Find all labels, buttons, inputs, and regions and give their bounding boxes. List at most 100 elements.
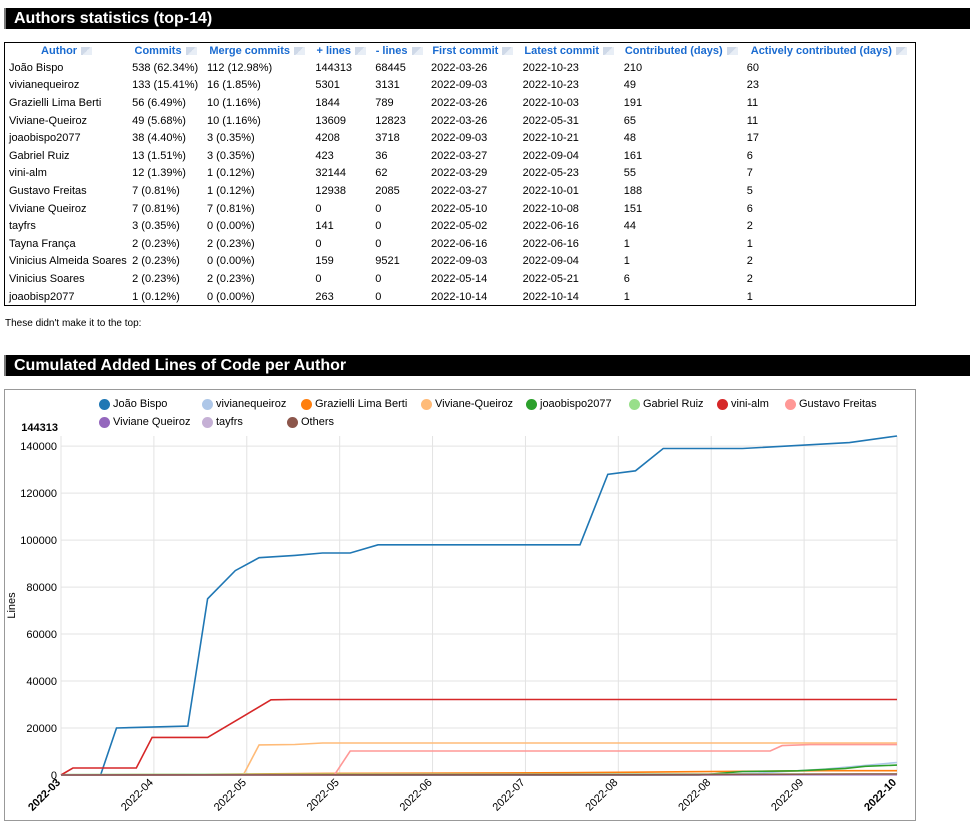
legend-item[interactable]: Viviane Queiroz: [99, 416, 190, 428]
legend-item[interactable]: João Bispo: [99, 398, 167, 410]
column-header-merge-commits[interactable]: Merge commits: [203, 43, 311, 59]
y-tick-label: 40000: [26, 676, 57, 688]
table-cell: 2: [743, 270, 915, 288]
column-header-commits[interactable]: Commits: [128, 43, 203, 59]
column-header-latest-commit[interactable]: Latest commit: [519, 43, 620, 59]
sort-icon[interactable]: [502, 47, 513, 55]
table-cell: 36: [371, 147, 427, 165]
column-header-label: Contributed (days): [625, 45, 723, 57]
table-cell: 1: [743, 288, 915, 306]
table-cell: Gabriel Ruiz: [5, 147, 128, 165]
table-cell: 4208: [311, 129, 371, 147]
legend-item[interactable]: Gustavo Freitas: [785, 398, 877, 410]
table-cell: 0: [371, 235, 427, 253]
y-tick-label: 140000: [20, 441, 57, 453]
table-cell: 1: [620, 235, 743, 253]
table-row: Grazielli Lima Berti56 (6.49%)10 (1.16%)…: [5, 94, 915, 112]
table-cell: 1 (0.12%): [203, 165, 311, 183]
legend-dot-icon: [99, 417, 110, 428]
column-header-author[interactable]: Author: [5, 43, 128, 59]
y-tick-label: 20000: [26, 723, 57, 735]
table-cell: 2: [743, 253, 915, 271]
table-cell: 49 (5.68%): [128, 112, 203, 130]
table-cell: Viviane-Queiroz: [5, 112, 128, 130]
table-cell: 38 (4.40%): [128, 129, 203, 147]
table-cell: 2022-05-10: [427, 200, 519, 218]
table-cell: 17: [743, 129, 915, 147]
y-max-label: 144313: [21, 422, 58, 434]
legend-dot-icon: [202, 417, 213, 428]
legend-label: Gustavo Freitas: [799, 398, 877, 410]
table-cell: 3131: [371, 77, 427, 95]
column-header-lines[interactable]: - lines: [371, 43, 427, 59]
sort-icon[interactable]: [727, 47, 738, 55]
column-header-label: Merge commits: [209, 45, 290, 57]
table-cell: 3 (0.35%): [128, 217, 203, 235]
legend-item[interactable]: Gabriel Ruiz: [629, 398, 704, 410]
table-cell: 10 (1.16%): [203, 112, 311, 130]
table-cell: 9521: [371, 253, 427, 271]
x-tick-label: 2022-03: [26, 777, 63, 814]
table-cell: 2085: [371, 182, 427, 200]
table-cell: 2022-03-29: [427, 165, 519, 183]
table-cell: 2022-10-23: [519, 77, 620, 95]
sort-icon[interactable]: [603, 47, 614, 55]
sort-icon[interactable]: [896, 47, 907, 55]
table-cell: 161: [620, 147, 743, 165]
table-cell: 2 (0.23%): [128, 235, 203, 253]
legend-label: Viviane Queiroz: [113, 416, 190, 428]
table-cell: 12 (1.39%): [128, 165, 203, 183]
sort-icon[interactable]: [186, 47, 197, 55]
legend-dot-icon: [785, 399, 796, 410]
table-row: Viviane-Queiroz49 (5.68%)10 (1.16%)13609…: [5, 112, 915, 130]
legend-label: Gabriel Ruiz: [643, 398, 704, 410]
table-cell: 16 (1.85%): [203, 77, 311, 95]
table-cell: Grazielli Lima Berti: [5, 94, 128, 112]
legend-dot-icon: [99, 399, 110, 410]
table-row: João Bispo538 (62.34%)112 (12.98%)144313…: [5, 59, 915, 77]
table-cell: 10 (1.16%): [203, 94, 311, 112]
legend-item[interactable]: Others: [287, 416, 334, 428]
table-cell: 56 (6.49%): [128, 94, 203, 112]
table-cell: 0: [371, 270, 427, 288]
table-cell: 7: [743, 165, 915, 183]
sort-icon[interactable]: [294, 47, 305, 55]
sort-icon[interactable]: [81, 47, 92, 55]
legend-item[interactable]: tayfrs: [202, 416, 243, 428]
column-header-first-commit[interactable]: First commit: [427, 43, 519, 59]
column-header-contributed-days[interactable]: Contributed (days): [620, 43, 743, 59]
sort-icon[interactable]: [412, 47, 423, 55]
x-tick-label: 2022-04: [119, 777, 156, 814]
table-cell: 6: [620, 270, 743, 288]
legend-label: João Bispo: [113, 398, 167, 410]
table-row: Gustavo Freitas7 (0.81%)1 (0.12%)1293820…: [5, 182, 915, 200]
legend-item[interactable]: Grazielli Lima Berti: [301, 398, 407, 410]
legend-item[interactable]: Viviane-Queiroz: [421, 398, 513, 410]
x-tick-label: 2022-05: [305, 777, 342, 814]
table-cell: 2022-03-27: [427, 182, 519, 200]
sort-icon[interactable]: [355, 47, 366, 55]
column-header-actively-contributed-days[interactable]: Actively contributed (days): [743, 43, 915, 59]
chart-plot: 0200004000060000800001000001200001400001…: [5, 390, 915, 820]
table-cell: 2022-09-03: [427, 129, 519, 147]
legend-item[interactable]: vini-alm: [717, 398, 769, 410]
column-header-lines[interactable]: + lines: [311, 43, 371, 59]
legend-label: vini-alm: [731, 398, 769, 410]
table-cell: 65: [620, 112, 743, 130]
legend-item[interactable]: joaobispo2077: [526, 398, 612, 410]
table-cell: 0: [311, 270, 371, 288]
table-row: joaobisp20771 (0.12%)0 (0.00%)26302022-1…: [5, 288, 915, 306]
table-cell: 11: [743, 112, 915, 130]
table-cell: 2022-09-03: [427, 77, 519, 95]
legend-label: joaobispo2077: [540, 398, 612, 410]
table-cell: Tayna França: [5, 235, 128, 253]
table-cell: 7 (0.81%): [128, 200, 203, 218]
table-cell: 2022-03-26: [427, 112, 519, 130]
legend-item[interactable]: vivianequeiroz: [202, 398, 286, 410]
legend-dot-icon: [629, 399, 640, 410]
series-line-jo-o-bispo: [61, 436, 897, 775]
table-row: Gabriel Ruiz13 (1.51%)3 (0.35%)423362022…: [5, 147, 915, 165]
table-cell: 13609: [311, 112, 371, 130]
table-cell: 538 (62.34%): [128, 59, 203, 77]
table-cell: 144313: [311, 59, 371, 77]
